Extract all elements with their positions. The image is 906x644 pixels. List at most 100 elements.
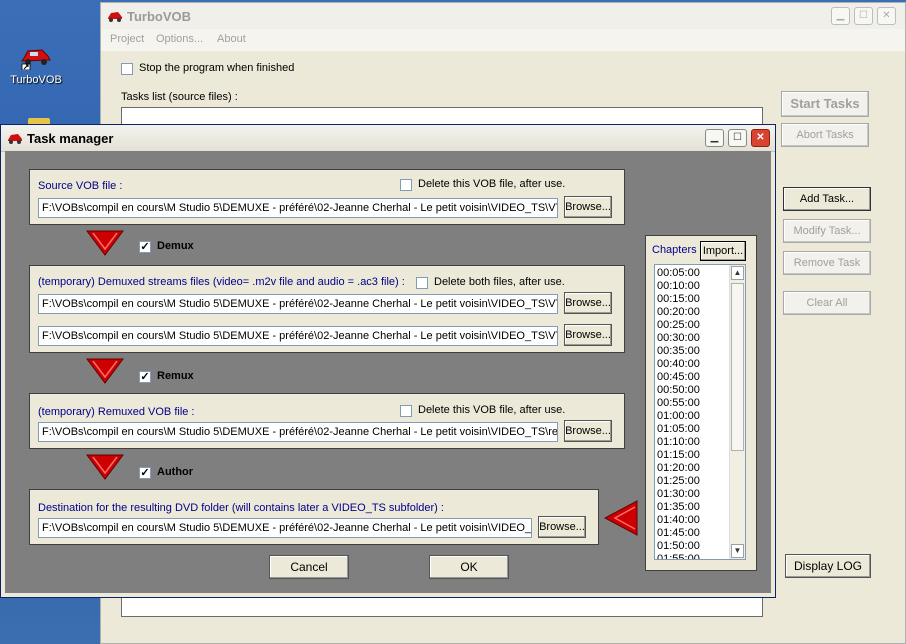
- minimize-button[interactable]: ▁: [831, 7, 850, 25]
- chapter-item[interactable]: 00:35:00: [657, 345, 729, 358]
- chapter-item[interactable]: 01:55:00: [657, 553, 729, 559]
- modify-task-button[interactable]: Modify Task...: [783, 219, 871, 243]
- chapter-item[interactable]: 01:30:00: [657, 488, 729, 501]
- chapter-item[interactable]: 00:45:00: [657, 371, 729, 384]
- start-tasks-button[interactable]: Start Tasks: [781, 91, 869, 117]
- chapter-item[interactable]: 00:25:00: [657, 319, 729, 332]
- chapter-item[interactable]: 01:20:00: [657, 462, 729, 475]
- source-vob-panel: Source VOB file : Delete this VOB file, …: [29, 169, 625, 225]
- main-title-bar[interactable]: TurboVOB ▁ ☐ ✕: [101, 3, 905, 30]
- chapter-item[interactable]: 00:30:00: [657, 332, 729, 345]
- close-icon: ✕: [756, 132, 765, 143]
- arrow-down-icon: [86, 358, 124, 384]
- ok-button[interactable]: OK: [429, 555, 509, 579]
- dialog-body: Source VOB file : Delete this VOB file, …: [5, 151, 771, 593]
- delete-source-label: Delete this VOB file, after use.: [418, 178, 566, 190]
- demuxed-audio-field[interactable]: F:\VOBs\compil en cours\M Studio 5\DEMUX…: [38, 326, 558, 346]
- task-manager-dialog: Task manager ▁ ☐ ✕ Source VOB file : Del…: [0, 124, 776, 598]
- chapter-item[interactable]: 01:50:00: [657, 540, 729, 553]
- chapter-items: 00:05:00 00:10:00 00:15:00 00:20:00 00:25:00…: [657, 267, 729, 559]
- maximize-button[interactable]: ☐: [854, 7, 873, 25]
- delete-demuxed-checkbox[interactable]: [416, 277, 428, 289]
- menu-bar: Project Options... About: [101, 29, 905, 51]
- chapter-item[interactable]: 00:10:00: [657, 280, 729, 293]
- clear-all-button[interactable]: Clear All: [783, 291, 871, 315]
- close-button[interactable]: ✕: [877, 7, 896, 25]
- source-vob-field[interactable]: F:\VOBs\compil en cours\M Studio 5\DEMUX…: [38, 198, 558, 218]
- minimize-icon: ▁: [710, 132, 719, 143]
- chapter-item[interactable]: 01:00:00: [657, 410, 729, 423]
- remove-task-button[interactable]: Remove Task: [783, 251, 871, 275]
- chapter-item[interactable]: 00:40:00: [657, 358, 729, 371]
- demuxed-video-field[interactable]: F:\VOBs\compil en cours\M Studio 5\DEMUX…: [38, 294, 558, 314]
- arrow-down-icon: [86, 454, 124, 480]
- remuxed-panel: (temporary) Remuxed VOB file : Delete th…: [29, 393, 625, 449]
- display-log-button[interactable]: Display LOG: [785, 554, 871, 578]
- cancel-button[interactable]: Cancel: [269, 555, 349, 579]
- delete-remuxed-checkbox[interactable]: [400, 405, 412, 417]
- scroll-down-icon[interactable]: ▼: [731, 544, 744, 558]
- chapter-item[interactable]: 00:55:00: [657, 397, 729, 410]
- chapter-item[interactable]: 01:40:00: [657, 514, 729, 527]
- demux-label: Demux: [157, 240, 194, 252]
- dialog-close-button[interactable]: ✕: [751, 129, 770, 147]
- menu-project[interactable]: Project: [110, 33, 144, 45]
- desktop-icon-label: TurboVOB: [10, 74, 62, 86]
- delete-remuxed-label: Delete this VOB file, after use.: [418, 404, 566, 416]
- add-task-button[interactable]: Add Task...: [783, 187, 871, 211]
- chapters-label: Chapters: [652, 244, 697, 256]
- dialog-maximize-button[interactable]: ☐: [728, 129, 747, 147]
- chapter-item[interactable]: 01:25:00: [657, 475, 729, 488]
- chapter-item[interactable]: 01:10:00: [657, 436, 729, 449]
- remuxed-browse-button[interactable]: Browse...: [564, 420, 612, 442]
- stop-program-checkbox[interactable]: [121, 63, 133, 75]
- chapter-item[interactable]: 01:35:00: [657, 501, 729, 514]
- chapter-item[interactable]: 01:15:00: [657, 449, 729, 462]
- minimize-icon: ▁: [836, 10, 845, 21]
- arrow-left-icon: [603, 500, 638, 536]
- chapter-item[interactable]: 00:20:00: [657, 306, 729, 319]
- app-icon: [8, 134, 22, 144]
- chapter-item[interactable]: 00:05:00: [657, 267, 729, 280]
- chapters-panel: Chapters Import... 00:05:00 00:10:00 00:15…: [645, 235, 757, 571]
- remuxed-label: (temporary) Remuxed VOB file :: [38, 406, 195, 418]
- chapters-scrollbar[interactable]: ▲ ▼: [729, 265, 745, 559]
- maximize-icon: ☐: [859, 10, 868, 21]
- source-browse-button[interactable]: Browse...: [564, 196, 612, 218]
- remux-label: Remux: [157, 370, 194, 382]
- demuxed-label: (temporary) Demuxed streams files (video…: [38, 276, 405, 288]
- dialog-minimize-button[interactable]: ▁: [705, 129, 724, 147]
- close-icon: ✕: [882, 10, 891, 21]
- dialog-title-bar[interactable]: Task manager ▁ ☐ ✕: [1, 125, 775, 152]
- author-label: Author: [157, 466, 194, 478]
- menu-options[interactable]: Options...: [156, 33, 203, 45]
- scroll-thumb[interactable]: [731, 283, 744, 451]
- author-checkbox[interactable]: ✓: [139, 467, 151, 479]
- chapters-list[interactable]: 00:05:00 00:10:00 00:15:00 00:20:00 00:25:00…: [654, 264, 746, 560]
- remux-checkbox[interactable]: ✓: [139, 371, 151, 383]
- destination-label: Destination for the resulting DVD folder…: [38, 502, 444, 514]
- chapter-item[interactable]: 01:05:00: [657, 423, 729, 436]
- maximize-icon: ☐: [733, 132, 742, 143]
- remuxed-vob-field[interactable]: F:\VOBs\compil en cours\M Studio 5\DEMUX…: [38, 422, 558, 442]
- arrow-down-icon: [86, 230, 124, 256]
- abort-tasks-button[interactable]: Abort Tasks: [781, 123, 869, 147]
- chapter-item[interactable]: 01:45:00: [657, 527, 729, 540]
- destination-panel: Destination for the resulting DVD folder…: [29, 489, 599, 545]
- chapter-item[interactable]: 00:15:00: [657, 293, 729, 306]
- demuxed-audio-browse-button[interactable]: Browse...: [564, 324, 612, 346]
- delete-source-checkbox[interactable]: [400, 179, 412, 191]
- desktop-icon-turbovob[interactable]: TurboVOB: [10, 42, 62, 86]
- stop-program-label: Stop the program when finished: [139, 62, 295, 74]
- demuxed-video-browse-button[interactable]: Browse...: [564, 292, 612, 314]
- source-vob-label: Source VOB file :: [38, 180, 123, 192]
- destination-field[interactable]: F:\VOBs\compil en cours\M Studio 5\DEMUX…: [38, 518, 532, 538]
- menu-about[interactable]: About: [217, 33, 246, 45]
- destination-browse-button[interactable]: Browse...: [538, 516, 586, 538]
- main-title: TurboVOB: [127, 9, 192, 24]
- import-chapters-button[interactable]: Import...: [700, 241, 746, 261]
- demux-checkbox[interactable]: ✓: [139, 241, 151, 253]
- scroll-up-icon[interactable]: ▲: [731, 266, 744, 280]
- car-icon: [20, 42, 52, 71]
- chapter-item[interactable]: 00:50:00: [657, 384, 729, 397]
